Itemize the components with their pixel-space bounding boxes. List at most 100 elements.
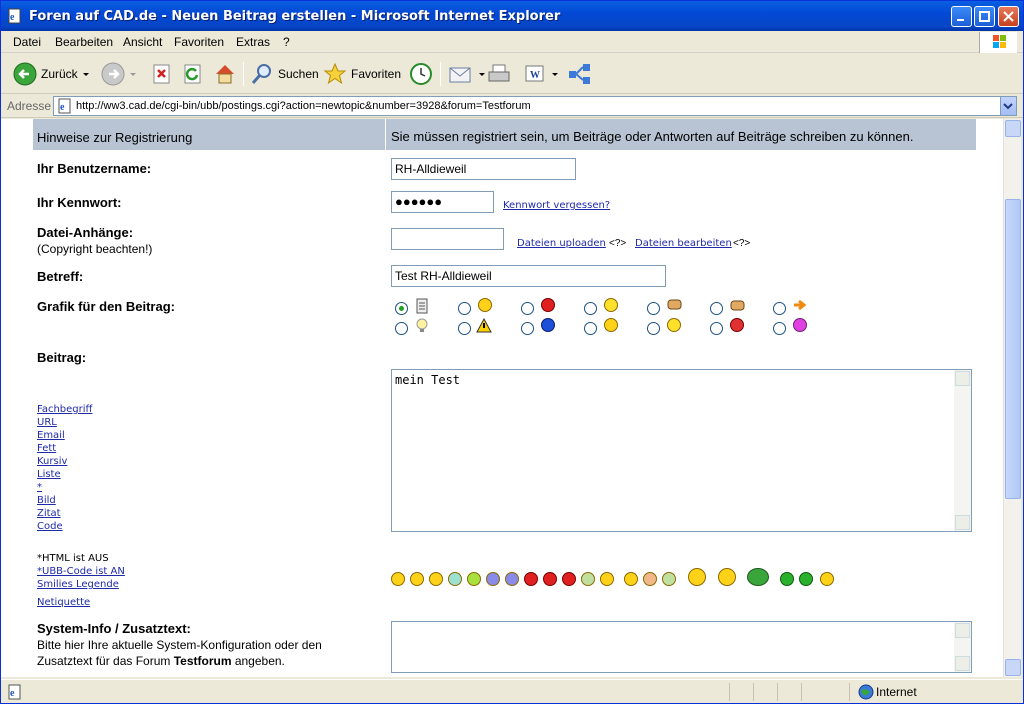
icon-radio-lightbulb[interactable] [395, 322, 408, 335]
ubb-bullet-link[interactable]: * [37, 481, 92, 494]
attachment-input[interactable] [391, 228, 504, 250]
refresh-button[interactable] [182, 60, 204, 88]
close-button[interactable] [998, 6, 1019, 27]
smiley-icon[interactable] [448, 572, 462, 586]
mail-button[interactable] [448, 60, 486, 88]
smiley-icon[interactable] [600, 572, 614, 586]
smiley-icon[interactable] [624, 572, 638, 586]
maximize-button[interactable] [974, 6, 995, 27]
menu-extras[interactable]: Extras [236, 35, 270, 49]
edit-word-button[interactable]: W [523, 60, 559, 88]
icon-radio-thumbdown[interactable] [647, 302, 660, 315]
smiley-icon[interactable] [486, 572, 500, 586]
icon-radio-warning[interactable] [458, 322, 471, 335]
smiley-icon[interactable] [643, 572, 657, 586]
scroll-up-icon[interactable] [1005, 120, 1021, 137]
menu-ansicht[interactable]: Ansicht [123, 35, 162, 49]
ubb-list-link[interactable]: Liste [37, 468, 92, 481]
ubb-email-link[interactable]: Email [37, 429, 92, 442]
ubb-quote-link[interactable]: Zitat [37, 507, 92, 520]
menu-help[interactable]: ? [283, 35, 290, 49]
subject-row: Betreff: Test RH-Alldieweil [33, 260, 976, 292]
stop-button[interactable] [151, 60, 173, 88]
icon-radio-grin[interactable] [458, 302, 471, 315]
scroll-up-icon[interactable] [955, 371, 970, 386]
menu-datei[interactable]: Datei [13, 35, 41, 49]
post-label-cell: Beitrag: Fachbegriff URL Email Fett Kurs… [33, 342, 386, 613]
messenger-button[interactable] [567, 60, 593, 88]
home-button[interactable] [213, 60, 237, 88]
forgot-password-link[interactable]: Kennwort vergessen? [503, 200, 610, 211]
textarea-scrollbar[interactable] [954, 622, 971, 672]
back-button[interactable]: Zurück [13, 60, 90, 88]
icon-radio-cool[interactable] [584, 322, 597, 335]
ubb-image-link[interactable]: Bild [37, 494, 92, 507]
smile-icon [604, 298, 618, 312]
smiley-icon[interactable] [799, 572, 813, 586]
scroll-up-icon[interactable] [955, 623, 970, 638]
post-textarea[interactable]: mein Test [391, 369, 972, 532]
smiley-icon[interactable] [718, 568, 736, 586]
icon-radio-purple[interactable] [773, 322, 786, 335]
upload-help-link[interactable]: <?> [609, 238, 626, 249]
icon-radio-happy[interactable] [647, 322, 660, 335]
ubb-code-link[interactable]: Code [37, 520, 92, 533]
edit-files-link[interactable]: Dateien bearbeiten [635, 238, 732, 249]
attachments-label-cell: Datei-Anhänge: (Copyright beachten!) [33, 220, 386, 259]
icon-radio-note[interactable] [395, 302, 408, 315]
sysinfo-textarea[interactable] [391, 621, 972, 673]
search-button[interactable]: Suchen [250, 60, 319, 88]
scroll-down-icon[interactable] [1005, 659, 1021, 676]
smiley-icon[interactable] [562, 572, 576, 586]
scroll-down-icon[interactable] [955, 656, 970, 671]
password-input[interactable]: ●●●●●● [391, 191, 494, 213]
ubb-bold-link[interactable]: Fett [37, 442, 92, 455]
netiquette-link[interactable]: Netiquette [37, 596, 125, 609]
smiley-icon[interactable] [747, 568, 769, 586]
smiley-icon[interactable] [524, 572, 538, 586]
refresh-icon [184, 64, 201, 84]
icon-radio-question[interactable] [521, 322, 534, 335]
page-scrollbar[interactable] [1003, 119, 1021, 677]
smiley-icon[interactable] [688, 568, 706, 586]
smiley-icon[interactable] [429, 572, 443, 586]
post-icon-label: Grafik für den Beitrag: [37, 299, 175, 314]
subject-input[interactable]: Test RH-Alldieweil [391, 265, 666, 287]
ubb-fachbegriff-link[interactable]: Fachbegriff [37, 403, 92, 416]
icon-radio-angry[interactable] [521, 302, 534, 315]
ubb-url-link[interactable]: URL [37, 416, 92, 429]
smiley-icon[interactable] [662, 572, 676, 586]
icon-radio-mad[interactable] [710, 322, 723, 335]
minimize-button[interactable] [951, 6, 972, 27]
history-button[interactable] [409, 60, 433, 88]
smiley-icon[interactable] [780, 572, 794, 586]
smiley-icon[interactable] [820, 572, 834, 586]
address-dropdown-button[interactable] [1000, 97, 1016, 115]
smiley-icon[interactable] [581, 572, 595, 586]
smiley-icon[interactable] [543, 572, 557, 586]
smilies-legend-link[interactable]: Smilies Legende [37, 578, 125, 591]
scrollbar-thumb[interactable] [1005, 199, 1021, 499]
icon-radio-arrow[interactable] [773, 302, 786, 315]
edit-help-link[interactable]: <?> [733, 238, 750, 249]
print-button[interactable] [487, 60, 511, 88]
smiley-icon[interactable] [467, 572, 481, 586]
upload-files-link[interactable]: Dateien uploaden [517, 238, 606, 249]
ubb-italic-link[interactable]: Kursiv [37, 455, 92, 468]
ubb-status-link[interactable]: *UBB-Code ist AN [37, 565, 125, 578]
textarea-scrollbar[interactable] [954, 370, 971, 531]
menu-favoriten[interactable]: Favoriten [174, 35, 224, 49]
icon-radio-smile[interactable] [584, 302, 597, 315]
smiley-icon[interactable] [505, 572, 519, 586]
smiley-icon[interactable] [410, 572, 424, 586]
title-bar[interactable]: e Foren auf CAD.de - Neuen Beitrag erste… [1, 1, 1023, 31]
address-input[interactable]: e http://ww3.cad.de/cgi-bin/ubb/postings… [53, 96, 1017, 116]
favorites-button[interactable]: Favoriten [323, 60, 401, 88]
scroll-down-icon[interactable] [955, 515, 970, 530]
lightbulb-icon [416, 318, 428, 332]
username-input[interactable]: RH-Alldieweil [391, 158, 576, 180]
smiley-icon[interactable] [391, 572, 405, 586]
forward-button[interactable] [101, 60, 137, 88]
icon-radio-thumbup[interactable] [710, 302, 723, 315]
menu-bearbeiten[interactable]: Bearbeiten [55, 35, 113, 49]
